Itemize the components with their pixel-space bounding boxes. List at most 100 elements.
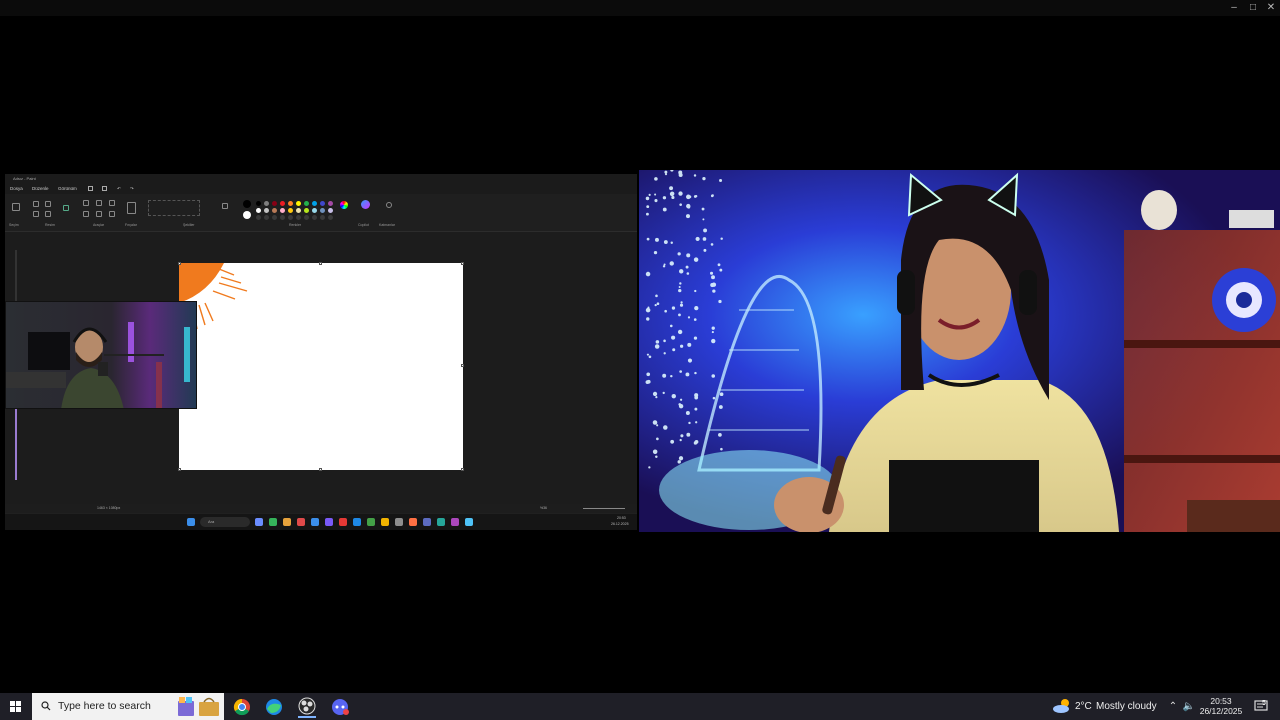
ribbon-label-tools: Araçlar	[93, 223, 105, 227]
chrome-icon	[233, 698, 250, 716]
brush-icon[interactable]	[127, 202, 136, 214]
color-swatch[interactable]	[272, 201, 277, 206]
minimize-button[interactable]: –	[1225, 0, 1243, 16]
pencil-icon[interactable]	[83, 200, 89, 206]
eraser-icon[interactable]	[83, 211, 89, 217]
fairy-light	[670, 439, 675, 444]
start-button[interactable]	[0, 693, 32, 720]
color-swatch[interactable]	[304, 208, 309, 213]
rotate-icon[interactable]	[45, 201, 51, 207]
color-swatch[interactable]	[304, 201, 309, 206]
fairy-light	[652, 420, 658, 425]
color-swatch[interactable]	[264, 215, 269, 220]
canvas-handle[interactable]	[319, 468, 322, 471]
fill-icon[interactable]	[96, 200, 102, 206]
print-icon[interactable]	[102, 186, 107, 191]
canvas-handle[interactable]	[461, 364, 464, 367]
canvas-handle[interactable]	[178, 262, 181, 265]
color-swatch[interactable]	[280, 201, 285, 206]
clock-time: 20:53	[1210, 696, 1232, 706]
obs-app[interactable]	[292, 695, 322, 718]
canvas-handle[interactable]	[319, 262, 322, 265]
sun-drawing	[179, 263, 248, 330]
text-icon[interactable]	[109, 200, 115, 206]
selection-icon[interactable]	[12, 203, 20, 211]
canvas-handle[interactable]	[178, 468, 181, 471]
color-swatch[interactable]	[256, 215, 261, 220]
fairy-light	[719, 392, 724, 397]
fairy-light	[662, 207, 667, 212]
color-swatch[interactable]	[328, 215, 333, 220]
color-swatch[interactable]	[288, 201, 293, 206]
color-swatch[interactable]	[256, 208, 261, 213]
discord-app[interactable]	[325, 695, 355, 718]
color-swatch[interactable]	[312, 215, 317, 220]
menu-file[interactable]: Dosya	[10, 183, 23, 194]
inner-app-icon	[353, 518, 361, 526]
fairy-light	[672, 348, 676, 352]
fairy-light	[687, 342, 692, 347]
undo-icon[interactable]: ↶	[117, 183, 121, 194]
color-swatch[interactable]	[296, 208, 301, 213]
zoom-slider[interactable]	[583, 508, 625, 509]
color-swatch[interactable]	[320, 215, 325, 220]
fairy-light	[693, 318, 697, 321]
color-swatch[interactable]	[320, 208, 325, 213]
color-swatch[interactable]	[304, 215, 309, 220]
fairy-light	[679, 203, 682, 206]
color-swatch[interactable]	[328, 201, 333, 206]
menu-view[interactable]: Görünüm	[58, 183, 77, 194]
close-button[interactable]: ✕	[1262, 0, 1280, 16]
notification-icon[interactable]: 5	[1250, 693, 1272, 720]
menu-edit[interactable]: Düzenle	[32, 183, 49, 194]
color-swatch[interactable]	[243, 211, 251, 219]
shopping-app[interactable]	[194, 695, 224, 718]
maximize-button[interactable]: □	[1244, 0, 1262, 16]
color-swatch[interactable]	[312, 201, 317, 206]
edge-app[interactable]	[259, 695, 289, 718]
color-swatch[interactable]	[288, 208, 293, 213]
outline-icon[interactable]	[222, 203, 228, 209]
fairy-light	[647, 306, 650, 309]
edit-colors-icon[interactable]	[340, 201, 348, 209]
color-swatch[interactable]	[280, 215, 285, 220]
crop-icon[interactable]	[33, 201, 39, 207]
color-swatch[interactable]	[296, 215, 301, 220]
color-swatch[interactable]	[320, 201, 325, 206]
color-swatch[interactable]	[296, 201, 301, 206]
copilot-icon[interactable]	[361, 200, 370, 209]
ribbon-label-shapes: Şekiller	[183, 223, 195, 227]
drawing-canvas[interactable]	[179, 263, 463, 470]
fairy-light	[646, 317, 650, 321]
chrome-app[interactable]	[227, 695, 257, 718]
speaker-icon[interactable]: 🔈	[1182, 693, 1196, 720]
fairy-light	[679, 269, 684, 274]
zoom-level[interactable]: %36	[540, 504, 547, 513]
flip-icon[interactable]	[45, 211, 51, 217]
color-swatch[interactable]	[288, 215, 293, 220]
fairy-light	[711, 331, 714, 334]
layers-icon[interactable]	[386, 202, 392, 208]
color-swatch[interactable]	[272, 215, 277, 220]
save-icon[interactable]	[88, 186, 93, 191]
color-swatch[interactable]	[328, 208, 333, 213]
resize-icon[interactable]	[33, 211, 39, 217]
fairy-light	[693, 336, 698, 340]
color-swatch[interactable]	[280, 208, 285, 213]
color-swatch[interactable]	[243, 200, 251, 208]
color-picker-icon[interactable]	[96, 211, 102, 217]
color-swatch[interactable]	[312, 208, 317, 213]
shapes-gallery[interactable]	[148, 200, 200, 216]
color-swatch[interactable]	[256, 201, 261, 206]
color-swatch[interactable]	[264, 201, 269, 206]
color-swatch[interactable]	[264, 208, 269, 213]
fairy-light	[663, 240, 668, 244]
chevron-up-icon[interactable]: ⌃	[1166, 693, 1180, 720]
color-swatch[interactable]	[272, 208, 277, 213]
redo-icon[interactable]: ↷	[130, 183, 134, 194]
canvas-handle[interactable]	[461, 468, 464, 471]
image-icon[interactable]	[63, 205, 69, 211]
magnifier-icon[interactable]	[109, 211, 115, 217]
clock[interactable]: 20:53 26/12/2025	[1196, 696, 1246, 716]
canvas-handle[interactable]	[461, 262, 464, 265]
